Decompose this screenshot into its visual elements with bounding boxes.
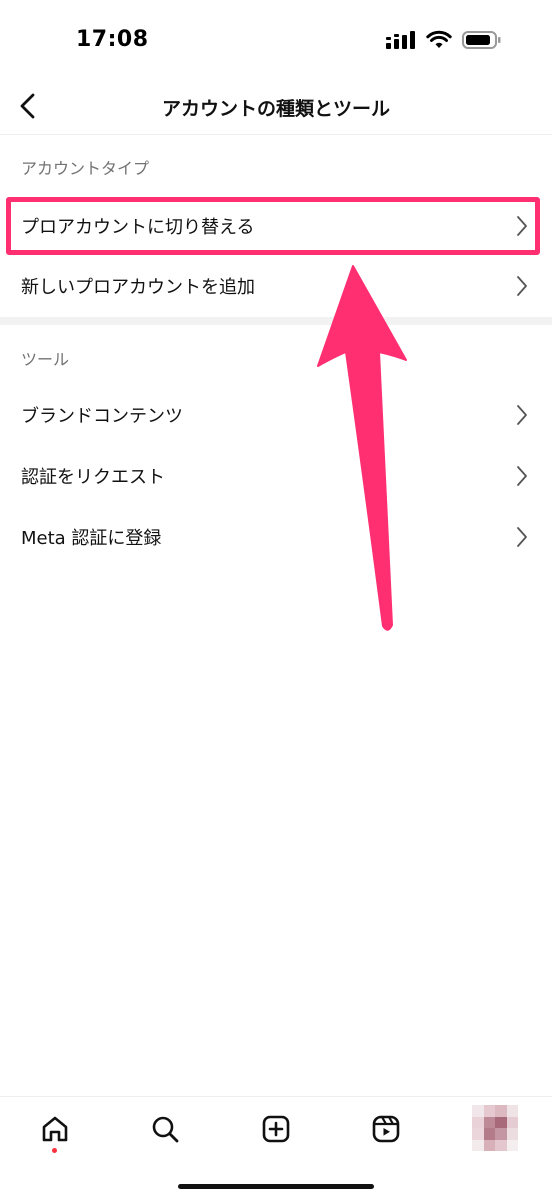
section-divider [0,317,552,325]
status-time: 17:08 [76,27,149,52]
navigation-header: アカウントの種類とツール [0,80,552,135]
chevron-right-icon [517,527,527,547]
search-icon [152,1116,179,1143]
status-icons [386,28,502,52]
section-header-account-type: アカウントタイプ [21,159,150,178]
create-icon [262,1115,290,1143]
add-new-professional-account-item[interactable]: 新しいプロアカウントを追加 [0,256,552,316]
home-notification-dot [52,1148,57,1153]
tab-search[interactable] [145,1109,185,1149]
chevron-right-icon [517,466,527,486]
menu-item-label: プロアカウントに切り替える [21,217,255,238]
tab-profile-avatar[interactable] [472,1105,518,1151]
request-verification-item[interactable]: 認証をリクエスト [0,446,552,506]
status-bar: 17:08 [0,0,552,80]
switch-to-professional-account-item[interactable]: プロアカウントに切り替える [0,196,552,256]
wifi-icon [426,30,452,48]
tab-home[interactable] [35,1109,75,1149]
home-icon [42,1116,68,1142]
branded-content-item[interactable]: ブランドコンテンツ [0,385,552,445]
home-indicator [178,1184,374,1189]
page-title: アカウントの種類とツール [161,98,390,120]
meta-verified-item[interactable]: Meta 認証に登録 [0,507,552,567]
menu-item-label: Meta 認証に登録 [21,528,162,549]
menu-item-label: ブランドコンテンツ [21,406,183,427]
section-header-tools: ツール [21,350,70,369]
chevron-right-icon [517,216,527,236]
reels-icon [372,1115,400,1143]
tab-create[interactable] [256,1109,296,1149]
tab-reels[interactable] [366,1109,406,1149]
menu-item-label: 新しいプロアカウントを追加 [21,277,255,298]
menu-item-label: 認証をリクエスト [21,467,165,488]
cellular-signal-icon [386,31,415,49]
chevron-right-icon [517,405,527,425]
battery-icon [462,31,501,49]
chevron-right-icon [517,276,527,296]
